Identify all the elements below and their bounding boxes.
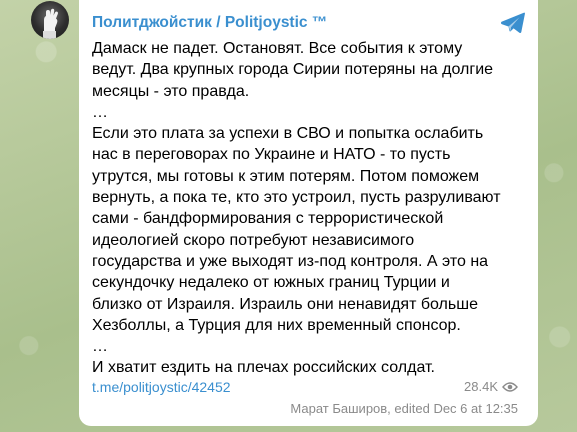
message-bubble: Политджойстик / Politjoystic ™ Дамаск не…: [79, 0, 538, 426]
message-text: Дамаск не падет. Остановят. Все события …: [92, 40, 501, 377]
channel-name[interactable]: Политджойстик / Politjoystic ™: [92, 14, 327, 32]
views-count: 28.4K: [464, 379, 498, 394]
eye-icon: [502, 381, 518, 392]
telegram-share-icon[interactable]: [500, 11, 526, 35]
post-link[interactable]: t.me/politjoystic/42452: [92, 379, 231, 395]
views-counter: 28.4K: [464, 379, 518, 394]
fist-avatar-icon: [43, 8, 58, 39]
author-signature: Марат Баширов, edited Dec 6 at 12:35: [290, 401, 518, 416]
channel-avatar[interactable]: [31, 1, 69, 39]
